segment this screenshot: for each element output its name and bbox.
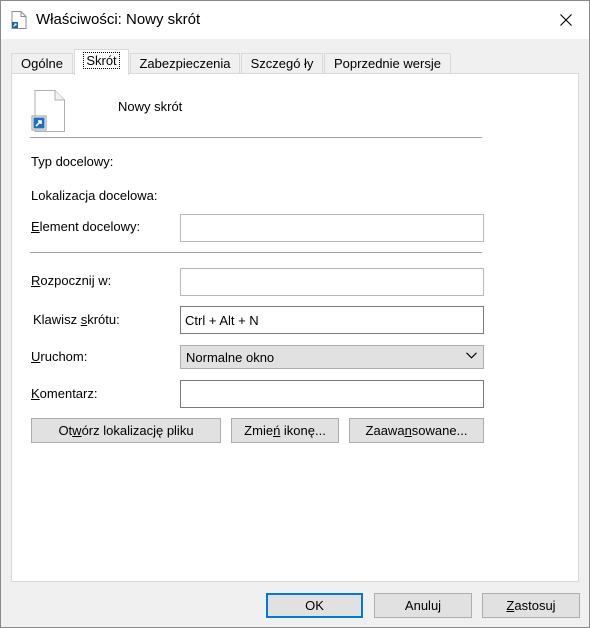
target-input[interactable] (180, 214, 484, 242)
ok-button[interactable]: OK (266, 593, 363, 618)
tab-general-label: Ogólne (21, 56, 63, 71)
tab-security[interactable]: Zabezpieczenia (130, 53, 240, 74)
window-title: Właściwości: Nowy skrót (36, 11, 201, 28)
shortcut-tab-panel: Nowy skrót Typ docelowy: Lokalizacja doc… (11, 73, 579, 582)
tab-general[interactable]: Ogólne (11, 53, 73, 74)
start-in-label: Rozpocznij w: (31, 273, 112, 288)
tab-shortcut-label: Skrót (83, 52, 120, 69)
apply-button[interactable]: Zastosuj (482, 593, 580, 618)
divider (30, 137, 482, 138)
change-icon-button[interactable]: Zmień ikonę... (231, 418, 339, 443)
tab-details-label: Szczegó ły (250, 56, 314, 71)
target-type-label: Typ docelowy: (31, 154, 114, 169)
close-button[interactable] (543, 1, 589, 39)
run-label: Uruchom: (31, 349, 88, 364)
shortcut-name: Nowy skrót (118, 99, 183, 114)
comment-input[interactable] (180, 380, 484, 408)
target-location-label: Lokalizacja docelowa: (31, 188, 158, 203)
tab-details[interactable]: Szczegó ły (241, 53, 323, 74)
run-mode-value: Normalne okno (186, 350, 275, 365)
tab-shortcut[interactable]: Skrót (74, 49, 129, 75)
open-file-location-button[interactable]: Otwórz lokalizację pliku (31, 418, 221, 443)
close-icon (560, 14, 572, 26)
shortcut-file-icon (11, 11, 27, 29)
cancel-button[interactable]: Anuluj (374, 593, 472, 618)
properties-dialog: Właściwości: Nowy skrót Ogólne Skrót Zab… (0, 0, 590, 628)
start-in-input[interactable] (180, 268, 484, 296)
tab-previous-versions[interactable]: Poprzednie wersje (324, 53, 451, 74)
chevron-down-icon (466, 352, 477, 359)
tab-previous-versions-label: Poprzednie wersje (334, 56, 441, 71)
hotkey-label: Klawisz skrótu: (33, 312, 120, 327)
comment-label: Komentarz: (31, 386, 98, 401)
shortcut-file-icon (31, 90, 65, 132)
hotkey-input[interactable] (180, 306, 484, 334)
title-bar[interactable]: Właściwości: Nowy skrót (1, 1, 589, 39)
target-label: Element docelowy: (31, 219, 141, 234)
advanced-button[interactable]: Zaawansowane... (349, 418, 484, 443)
tab-security-label: Zabezpieczenia (139, 56, 231, 71)
divider (30, 252, 482, 253)
run-mode-select[interactable]: Normalne okno (180, 345, 484, 369)
